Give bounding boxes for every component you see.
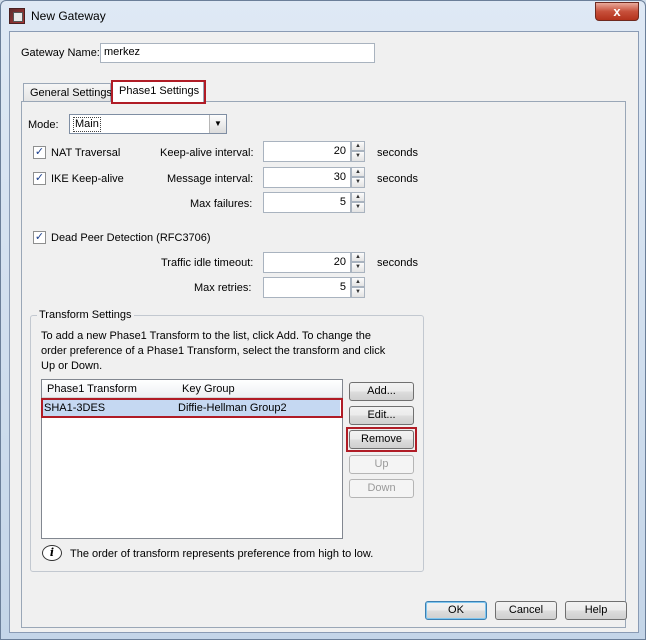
ok-button[interactable]: OK bbox=[425, 601, 487, 620]
keepalive-interval-input[interactable]: 20 bbox=[263, 141, 351, 162]
transform-list[interactable]: Phase1 Transform Key Group SHA1-3DES Dif… bbox=[41, 379, 343, 539]
spin-down-icon[interactable]: ▼ bbox=[351, 287, 365, 298]
dead-peer-detection-label: Dead Peer Detection (RFC3706) bbox=[51, 232, 211, 244]
ike-keepalive-label: IKE Keep-alive bbox=[51, 173, 124, 185]
spin-up-icon[interactable]: ▲ bbox=[351, 277, 365, 287]
new-gateway-window: New Gateway x Gateway Name: merkez Gener… bbox=[0, 0, 646, 640]
spin-up-icon[interactable]: ▲ bbox=[351, 167, 365, 177]
mode-select[interactable]: Main ▼ bbox=[69, 114, 227, 134]
close-button[interactable]: x bbox=[595, 2, 639, 21]
transform-settings-legend: Transform Settings bbox=[37, 309, 134, 321]
dead-peer-detection-checkbox[interactable]: ✓ bbox=[33, 231, 46, 244]
transform-order-note: The order of transform represents prefer… bbox=[70, 548, 374, 560]
tab-general-settings[interactable]: General Settings bbox=[23, 83, 112, 103]
traffic-idle-timeout-label: Traffic idle timeout: bbox=[161, 257, 254, 269]
edit-transform-button[interactable]: Edit... bbox=[349, 406, 414, 425]
spin-down-icon[interactable]: ▼ bbox=[351, 177, 365, 188]
spin-up-icon[interactable]: ▲ bbox=[351, 252, 365, 262]
nat-traversal-checkbox[interactable]: ✓ bbox=[33, 146, 46, 159]
dialog-client-area: Gateway Name: merkez General Settings Ph… bbox=[9, 31, 639, 633]
title-bar[interactable]: New Gateway x bbox=[1, 1, 645, 31]
max-retries-label: Max retries: bbox=[194, 282, 252, 294]
add-transform-button[interactable]: Add... bbox=[349, 382, 414, 401]
message-interval-spinner[interactable]: 30 ▲ ▼ bbox=[263, 167, 365, 188]
keepalive-interval-unit: seconds bbox=[377, 147, 418, 159]
transform-settings-group: Transform Settings To add a new Phase1 T… bbox=[30, 309, 424, 572]
mode-label: Mode: bbox=[28, 119, 59, 131]
message-interval-label: Message interval: bbox=[167, 173, 254, 185]
gateway-app-icon bbox=[9, 8, 25, 24]
mode-value: Main bbox=[73, 117, 101, 132]
spin-up-icon[interactable]: ▲ bbox=[351, 192, 365, 202]
window-title: New Gateway bbox=[31, 9, 106, 23]
keepalive-interval-spinner[interactable]: 20 ▲ ▼ bbox=[263, 141, 365, 162]
help-button[interactable]: Help bbox=[565, 601, 627, 620]
transform-cell: SHA1-3DES bbox=[44, 402, 106, 414]
traffic-idle-timeout-input[interactable]: 20 bbox=[263, 252, 351, 273]
key-group-cell: Diffie-Hellman Group2 bbox=[178, 402, 287, 414]
spin-up-icon[interactable]: ▲ bbox=[351, 141, 365, 151]
tab-phase1-settings[interactable]: Phase1 Settings bbox=[112, 81, 204, 104]
move-up-button[interactable]: Up bbox=[349, 455, 414, 474]
transform-list-header: Phase1 Transform Key Group bbox=[42, 380, 342, 398]
message-interval-input[interactable]: 30 bbox=[263, 167, 351, 188]
chevron-down-icon[interactable]: ▼ bbox=[209, 115, 226, 133]
max-failures-input[interactable]: 5 bbox=[263, 192, 351, 213]
max-failures-label: Max failures: bbox=[190, 198, 253, 210]
info-icon: i bbox=[42, 545, 62, 561]
cancel-button[interactable]: Cancel bbox=[495, 601, 557, 620]
spin-down-icon[interactable]: ▼ bbox=[351, 151, 365, 162]
gateway-name-label: Gateway Name: bbox=[21, 47, 100, 59]
spin-down-icon[interactable]: ▼ bbox=[351, 202, 365, 213]
transform-description-line2: order preference of a Phase1 Transform, … bbox=[41, 345, 386, 357]
gateway-name-input[interactable]: merkez bbox=[100, 43, 375, 63]
column-header-key-group[interactable]: Key Group bbox=[182, 383, 235, 395]
transform-description-line3: Up or Down. bbox=[41, 360, 103, 372]
max-failures-spinner[interactable]: 5 ▲ ▼ bbox=[263, 192, 365, 213]
traffic-idle-timeout-unit: seconds bbox=[377, 257, 418, 269]
column-header-phase1-transform[interactable]: Phase1 Transform bbox=[47, 383, 137, 395]
message-interval-unit: seconds bbox=[377, 173, 418, 185]
nat-traversal-label: NAT Traversal bbox=[51, 147, 121, 159]
max-retries-input[interactable]: 5 bbox=[263, 277, 351, 298]
transform-description-line1: To add a new Phase1 Transform to the lis… bbox=[41, 330, 371, 342]
remove-transform-button[interactable]: Remove bbox=[349, 430, 414, 449]
spin-down-icon[interactable]: ▼ bbox=[351, 262, 365, 273]
keepalive-interval-label: Keep-alive interval: bbox=[160, 147, 254, 159]
max-retries-spinner[interactable]: 5 ▲ ▼ bbox=[263, 277, 365, 298]
phase1-settings-panel: Mode: Main ▼ ✓ NAT Traversal Keep-alive … bbox=[21, 101, 626, 628]
traffic-idle-timeout-spinner[interactable]: 20 ▲ ▼ bbox=[263, 252, 365, 273]
ike-keepalive-checkbox[interactable]: ✓ bbox=[33, 172, 46, 185]
table-row[interactable]: SHA1-3DES Diffie-Hellman Group2 bbox=[43, 400, 340, 417]
move-down-button[interactable]: Down bbox=[349, 479, 414, 498]
